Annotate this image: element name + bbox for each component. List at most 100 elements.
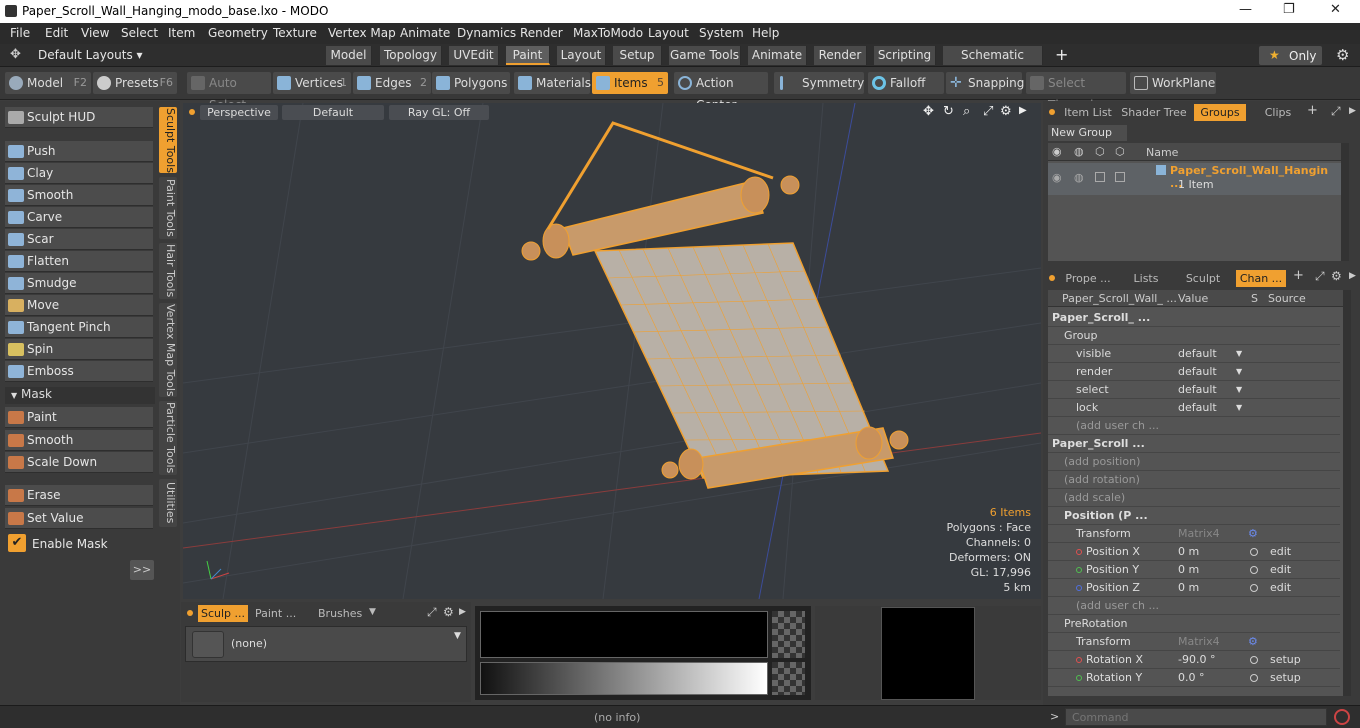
menu-help[interactable]: Help: [752, 26, 779, 40]
add-tab-icon[interactable]: +: [1307, 103, 1318, 118]
bottom-gear-icon[interactable]: ⚙: [1331, 269, 1342, 283]
vtab-paint-tools[interactable]: Paint Tools: [159, 177, 177, 239]
tab-item-list[interactable]: Item List: [1061, 104, 1115, 121]
perspective-dropdown[interactable]: Perspective: [200, 105, 278, 120]
tab-paint[interactable]: Paint: [506, 46, 550, 65]
panel-arrow-icon[interactable]: ▶: [459, 607, 466, 617]
vtab-hair-tools[interactable]: Hair Tools: [159, 243, 177, 299]
transform-gear-icon[interactable]: ⚙: [1248, 633, 1258, 651]
tool-flatten[interactable]: Flatten: [5, 251, 153, 272]
menu-animate[interactable]: Animate: [400, 26, 450, 40]
channel-row[interactable]: (add rotation): [1048, 471, 1340, 489]
channel-row[interactable]: (add scale): [1048, 489, 1340, 507]
tab-model[interactable]: Model: [326, 46, 372, 65]
materials-button[interactable]: Materials: [514, 72, 591, 94]
command-input[interactable]: [1065, 708, 1327, 726]
value-dropdown-icon[interactable]: ▼: [1236, 363, 1242, 381]
channel-value[interactable]: default: [1178, 381, 1217, 399]
tab-schematic-fusion[interactable]: Schematic Fusion: [943, 46, 1043, 81]
polygons-button[interactable]: Polygons: [432, 72, 510, 94]
tab-game-tools[interactable]: Game Tools: [669, 46, 741, 65]
enable-mask-checkbox[interactable]: ✔ Enable Mask: [6, 534, 154, 554]
auto-select-button[interactable]: Auto Select: [187, 72, 271, 112]
new-group-button[interactable]: New Group: [1048, 125, 1127, 141]
tab-groups[interactable]: Groups: [1194, 104, 1246, 121]
menu-layout[interactable]: Layout: [648, 26, 689, 40]
menu-maxtomodo[interactable]: MaxToModo: [573, 26, 643, 40]
channel-row[interactable]: Position (P ...: [1048, 507, 1340, 525]
mask-paint[interactable]: Paint: [5, 407, 153, 428]
menu-render[interactable]: Render: [520, 26, 563, 40]
add-bottom-tab-icon[interactable]: +: [1293, 268, 1304, 283]
tab-lists[interactable]: Lists: [1123, 270, 1169, 287]
layout-arrows-icon[interactable]: ✥: [10, 47, 21, 62]
tab-paint-brush[interactable]: Paint ...: [255, 605, 296, 622]
tool-tangent-pinch[interactable]: Tangent Pinch: [5, 317, 153, 338]
tool-spin[interactable]: Spin: [5, 339, 153, 360]
channel-value[interactable]: default: [1178, 363, 1217, 381]
menu-view[interactable]: View: [81, 26, 109, 40]
tab-render[interactable]: Render: [814, 46, 867, 65]
channel-row[interactable]: select default ▼: [1048, 381, 1340, 399]
menu-vertex-map[interactable]: Vertex Map: [328, 26, 396, 40]
minimize-button[interactable]: —: [1239, 2, 1252, 17]
value-dropdown-icon[interactable]: ▼: [1236, 399, 1242, 417]
menu-texture[interactable]: Texture: [273, 26, 317, 40]
group-select-box[interactable]: [1115, 172, 1125, 182]
tab-channels[interactable]: Chan ...: [1236, 270, 1286, 287]
tab-layout[interactable]: Layout: [557, 46, 606, 65]
workplane-button[interactable]: WorkPlane: [1130, 72, 1216, 94]
sculpt-hud-button[interactable]: Sculpt HUD: [5, 107, 153, 128]
model-button[interactable]: Model F2: [5, 72, 91, 94]
source-circle-icon[interactable]: [1250, 656, 1258, 664]
mask-scale-down[interactable]: Scale Down: [5, 452, 153, 473]
channel-row[interactable]: Position Z 0 m edit: [1048, 579, 1340, 597]
channel-row[interactable]: Group: [1048, 327, 1340, 345]
viewport-menu-dot[interactable]: [189, 109, 195, 115]
shading-dropdown[interactable]: Default: [282, 105, 384, 120]
group-render-icon[interactable]: ◍: [1074, 171, 1084, 184]
set-value-button[interactable]: Set Value: [5, 508, 153, 529]
mask-header[interactable]: ▼ Mask: [5, 387, 155, 404]
channel-row[interactable]: Transform Matrix4 ⚙: [1048, 525, 1340, 543]
maximize-button[interactable]: ❐: [1283, 2, 1295, 17]
channels-scrollbar[interactable]: [1343, 290, 1351, 696]
menu-item[interactable]: Item: [168, 26, 195, 40]
source-circle-icon[interactable]: [1250, 674, 1258, 682]
tool-push[interactable]: Push: [5, 141, 153, 162]
action-center-button[interactable]: Action Center: [674, 72, 768, 112]
tab-sculpt[interactable]: Sculpt: [1178, 270, 1228, 287]
bottom-expand-icon[interactable]: ⤢: [1315, 269, 1325, 284]
tool-move[interactable]: Move: [5, 295, 153, 316]
tab-properties[interactable]: Prope ...: [1061, 270, 1115, 287]
channel-value[interactable]: default: [1178, 345, 1217, 363]
group-visible-icon[interactable]: ◉: [1052, 171, 1062, 184]
default-layouts-dropdown[interactable]: Default Layouts ▾: [38, 48, 143, 62]
tab-scripting[interactable]: Scripting: [874, 46, 936, 65]
channel-row[interactable]: (add user ch ...: [1048, 417, 1340, 435]
source-circle-icon[interactable]: [1250, 566, 1258, 574]
channel-row[interactable]: lock default ▼: [1048, 399, 1340, 417]
expand-button[interactable]: >>: [130, 560, 154, 580]
maximize-view-icon[interactable]: ⤢: [983, 104, 993, 119]
source-circle-icon[interactable]: [1250, 584, 1258, 592]
menu-edit[interactable]: Edit: [45, 26, 68, 40]
channel-value[interactable]: default: [1178, 399, 1217, 417]
tab-animate[interactable]: Animate: [748, 46, 807, 65]
source-circle-icon[interactable]: [1250, 548, 1258, 556]
tab-shader-tree[interactable]: Shader Tree: [1121, 104, 1187, 121]
symmetry-button[interactable]: Symmetry: [774, 72, 864, 94]
channel-row[interactable]: Position X 0 m edit: [1048, 543, 1340, 561]
vtab-vertex-map-tools[interactable]: Vertex Map Tools: [159, 303, 177, 397]
channel-row[interactable]: Position Y 0 m edit: [1048, 561, 1340, 579]
channel-value[interactable]: 0 m: [1178, 561, 1199, 579]
edges-button[interactable]: Edges 2: [353, 72, 431, 94]
channel-row[interactable]: PreRotation: [1048, 615, 1340, 633]
bottom-more-icon[interactable]: ▶: [1349, 271, 1356, 281]
menu-system[interactable]: System: [699, 26, 744, 40]
snapping-button[interactable]: ✛ Snapping: [946, 72, 1024, 94]
gear-icon[interactable]: ⚙: [1336, 46, 1349, 64]
presets-button[interactable]: Presets F6: [93, 72, 177, 94]
tab-topology[interactable]: Topology: [380, 46, 442, 65]
channel-row[interactable]: (add position): [1048, 453, 1340, 471]
